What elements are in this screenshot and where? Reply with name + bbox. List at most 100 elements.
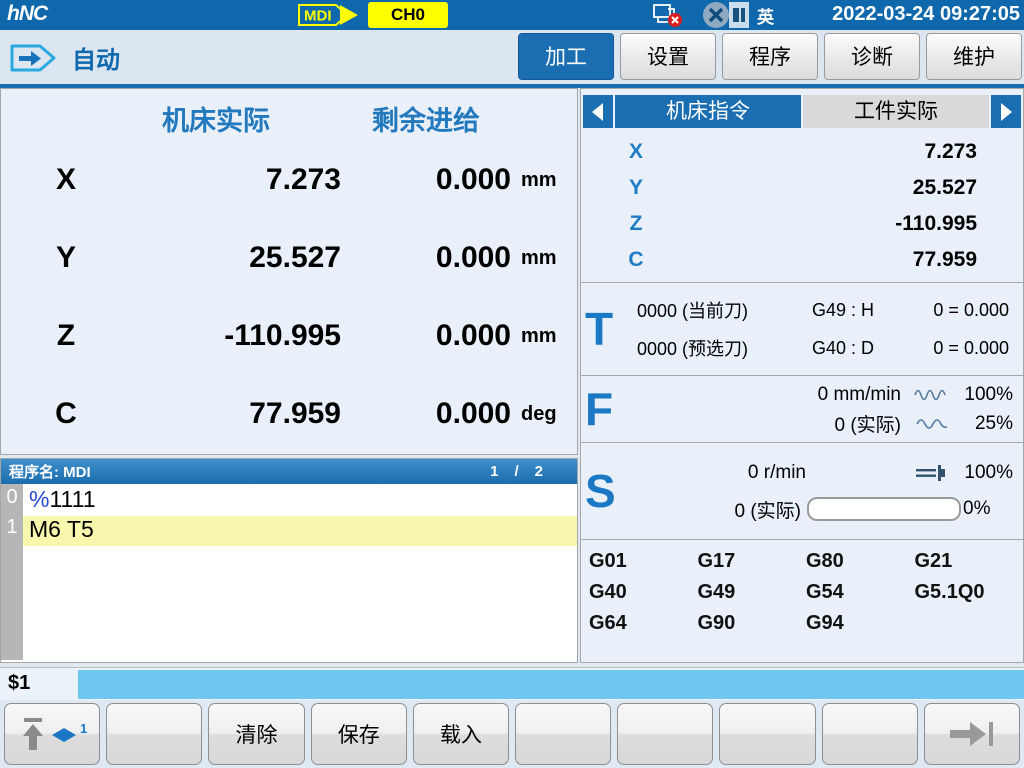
spindle-load-bar — [807, 497, 961, 521]
spindle-section: S 0 r/min 100% 0 (实际) 0% — [581, 442, 1023, 539]
axis-unit: deg — [511, 403, 575, 426]
program-name: 程序名: MDI — [9, 461, 490, 482]
language-label: 英 — [757, 3, 774, 28]
axis-actual-value: 25.527 — [91, 241, 341, 275]
program-editor[interactable]: 0 %1111 1 M6 T5 — [1, 484, 577, 660]
softkey-empty-1[interactable] — [106, 703, 202, 765]
axis-row-x: X 7.273 0.000 mm — [1, 141, 577, 219]
axis-unit: mm — [511, 247, 575, 270]
axis-label: Y — [1, 241, 91, 275]
axis-label: X — [1, 163, 91, 197]
gcode-cell: G90 — [698, 612, 807, 635]
gcode-cell: G17 — [698, 550, 807, 573]
softkey-empty-7[interactable] — [719, 703, 815, 765]
actual-position-header: 机床实际 — [91, 99, 341, 141]
program-line[interactable]: 0 %1111 — [1, 486, 577, 516]
tab-maintenance[interactable]: 维护 — [926, 33, 1022, 80]
softkey-save-button[interactable]: 保存 — [311, 703, 407, 765]
gcode-cell: G49 — [698, 581, 807, 604]
tab-machine-command[interactable]: 机床指令 — [615, 95, 801, 128]
program-prefix: % — [29, 486, 49, 512]
tool-number: 0000 (预选刀) — [631, 335, 812, 361]
channel-status-bar: $1 — [0, 667, 1024, 701]
tab-settings[interactable]: 设置 — [620, 33, 716, 80]
tool-gcode: G49 : H — [812, 300, 932, 321]
position-panel: 机床实际 剩余进给 X 7.273 0.000 mm Y 25.527 0.00… — [0, 88, 578, 455]
program-line-active[interactable]: 1 M6 T5 — [1, 516, 577, 546]
svg-text:MDI: MDI — [304, 8, 332, 25]
spindle-speed-value: 0 r/min — [631, 462, 901, 484]
axis-remain-value: 0.000 — [341, 397, 511, 431]
softkey-back-icon: 1 — [16, 712, 88, 756]
softkey-empty-6[interactable] — [617, 703, 713, 765]
line-number: 1 — [1, 516, 23, 546]
axis-label: C — [1, 397, 91, 431]
chevron-left-icon — [588, 101, 608, 123]
svg-text:1: 1 — [80, 721, 87, 736]
softkey-load-button[interactable]: 载入 — [413, 703, 509, 765]
softkey-row: 1 清除 保存 载入 — [0, 700, 1024, 768]
gcode-cell: G21 — [915, 550, 1024, 573]
cmd-axis-row: Y 25.527 — [581, 170, 1023, 206]
axis-label: Z — [581, 212, 691, 236]
axis-row-y: Y 25.527 0.000 mm — [1, 219, 577, 297]
total-lines: 2 — [535, 463, 543, 480]
gcode-cell: G5.1Q0 — [915, 581, 1024, 604]
command-axes: X 7.273 Y 25.527 Z -110.995 C 77.959 — [581, 128, 1023, 282]
axis-label: Y — [581, 176, 691, 200]
axis-remain-value: 0.000 — [341, 163, 511, 197]
program-code: M6 T5 — [29, 516, 94, 542]
mode-pennant-icon — [10, 41, 58, 75]
feed-command-row: 0 mm/min 100% — [631, 381, 1023, 409]
axis-remain-value: 0.000 — [341, 241, 511, 275]
preselect-tool-row: 0000 (预选刀) G40 : D 0 = 0.000 — [631, 331, 1023, 365]
tab-program[interactable]: 程序 — [722, 33, 818, 80]
tab-diagnosis[interactable]: 诊断 — [824, 33, 920, 80]
feed-override-wave-icon — [909, 387, 955, 403]
softkey-empty-8[interactable] — [822, 703, 918, 765]
spindle-section-label: S — [581, 468, 631, 514]
spindle-actual-row: 0 (实际) 0% — [631, 495, 1023, 523]
axis-actual-value: 7.273 — [91, 163, 341, 197]
tab-machining[interactable]: 加工 — [518, 33, 614, 80]
hnc-logo: hNC — [7, 2, 47, 26]
axis-actual-value: 77.959 — [91, 397, 341, 431]
command-panel: 机床指令 工件实际 X 7.273 Y 25.527 Z -110.995 C … — [580, 88, 1024, 663]
cmd-axis-row: X 7.273 — [581, 134, 1023, 170]
pager-separator: / — [514, 463, 518, 480]
softkey-next-icon — [944, 714, 1000, 754]
main-tabs: 加工 设置 程序 诊断 维护 — [518, 33, 1022, 80]
tool-section-label: T — [581, 306, 631, 352]
softkey-clear-button[interactable]: 清除 — [208, 703, 304, 765]
axis-value: -110.995 — [691, 212, 1023, 236]
tool-gcode: G40 : D — [812, 338, 932, 359]
gcode-cell: G54 — [806, 581, 915, 604]
feed-actual-percent: 25% — [955, 413, 1023, 435]
line-number: 0 — [1, 486, 23, 516]
tab-workpiece-actual[interactable]: 工件实际 — [803, 95, 989, 128]
axis-value: 77.959 — [691, 248, 1023, 272]
softkey-empty-5[interactable] — [515, 703, 611, 765]
remaining-feed-header: 剩余进给 — [341, 99, 511, 141]
input-language-switch[interactable]: 英 — [703, 2, 774, 28]
softkey-next-menu-button[interactable] — [924, 703, 1020, 765]
program-line-pager: 1 / 2 — [490, 463, 543, 480]
mode-label: 自动 — [72, 40, 120, 75]
axis-unit: mm — [511, 169, 575, 192]
softkey-back-button[interactable]: 1 — [4, 703, 100, 765]
top-status-bar: hNC MDI CH0 英 2022-03-24 09:27:05 — [0, 0, 1024, 30]
gcode-cell: G64 — [589, 612, 698, 635]
feed-actual-wave-icon — [909, 416, 955, 432]
prev-view-button[interactable] — [583, 95, 613, 128]
tool-offset: 0 = 0.000 — [932, 338, 1023, 359]
tool-offset: 0 = 0.000 — [932, 300, 1023, 321]
axis-unit: mm — [511, 325, 575, 348]
ime-close-circle-icon — [703, 2, 729, 28]
message-strip — [78, 670, 1024, 699]
gcode-modal-panel: G01 G17 G80 G21 G40 G49 G54 G5.1Q0 G64 G… — [581, 539, 1023, 635]
current-line: 1 — [490, 463, 498, 480]
axis-remain-value: 0.000 — [341, 319, 511, 353]
axis-label: C — [581, 248, 691, 272]
next-view-button[interactable] — [991, 95, 1021, 128]
cmd-axis-row: C 77.959 — [581, 242, 1023, 278]
